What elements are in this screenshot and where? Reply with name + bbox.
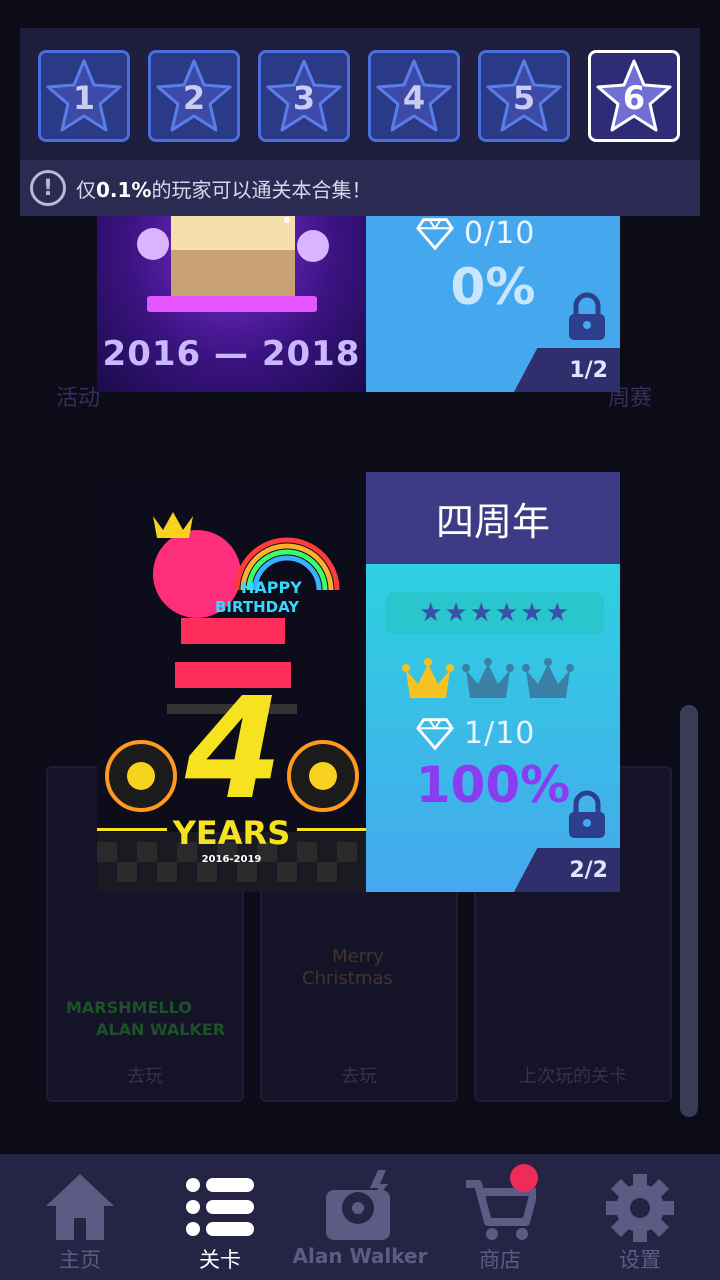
diamond-icon	[416, 718, 454, 751]
bg-panel-2-art-2: Christmas	[302, 968, 393, 989]
nav-home[interactable]: 主页	[8, 1154, 152, 1280]
level-button-6[interactable]: 6	[588, 50, 680, 142]
collection-title: 四周年	[366, 472, 620, 564]
artwork-range-text: 2016-2019	[201, 854, 262, 865]
nav-settings-label: 设置	[619, 1248, 661, 1272]
scrollbar[interactable]	[680, 705, 698, 1117]
anniversary-diamond-count: 1/10	[464, 715, 536, 751]
lock-icon	[569, 790, 605, 838]
music-player-icon	[326, 1170, 390, 1240]
nav-alan-walker[interactable]: Alan Walker	[288, 1154, 432, 1280]
level-number: 5	[512, 79, 536, 117]
bg-activity-label: 活动	[56, 386, 101, 411]
artwork-happy-text: HAPPY	[241, 578, 302, 597]
nav-shop-label: 商店	[479, 1248, 521, 1272]
gear-icon	[606, 1174, 674, 1242]
crown-empty-icon	[462, 658, 514, 698]
level-button-2[interactable]: 2	[148, 50, 240, 142]
level-number: 3	[292, 79, 316, 117]
crown-earned-icon	[402, 658, 454, 698]
crown-empty-icon	[522, 658, 574, 698]
notice-highlight: 0.1%	[96, 177, 152, 202]
level-button-5[interactable]: 5	[478, 50, 570, 142]
bg-panel-1-art-1: MARSHMELLO	[66, 998, 192, 1017]
crown-rating	[402, 654, 592, 706]
artwork-birthday-text: BIRTHDAY	[215, 598, 300, 616]
bg-panel-2-label: 去玩	[341, 1066, 377, 1087]
completion-notice: ! 仅0.1%的玩家可以通关本合集！	[20, 160, 700, 216]
anniversary-diamond-row: 1/10	[416, 714, 535, 752]
lock-icon	[569, 292, 605, 340]
anniversary-artwork: HAPPY BIRTHDAY 4 YEARS 2016-2019	[97, 472, 366, 892]
level-button-4[interactable]: 4	[368, 50, 460, 142]
level-number: 4	[402, 79, 426, 117]
bg-panel-2-art-1: Merry	[332, 946, 384, 967]
notice-suffix: 的玩家可以通关本合集！	[151, 177, 372, 202]
nav-levels[interactable]: 关卡	[148, 1154, 292, 1280]
level-stars: ★★★★★★	[386, 592, 604, 634]
card-previous-page-indicator: 1/2	[514, 348, 620, 392]
level-number: 2	[182, 79, 206, 117]
artwork-number: 4	[185, 668, 283, 831]
nav-shop[interactable]: 商店	[428, 1154, 572, 1280]
nav-home-label: 主页	[59, 1248, 101, 1272]
level-number: 1	[72, 79, 96, 117]
home-icon	[46, 1174, 114, 1240]
bg-panel-3-label: 上次玩的关卡	[519, 1066, 627, 1087]
notification-badge	[510, 1164, 538, 1192]
bottom-navigation: 主页 关卡 Alan Walker 商店 设置	[0, 1154, 720, 1280]
levels-list-icon	[186, 1178, 254, 1236]
bg-panel-1-art-2: ALAN WALKER	[96, 1020, 226, 1039]
level-selector: 1 2 3 4 5 6	[38, 50, 682, 144]
level-number: 6	[622, 79, 646, 117]
bg-panel-1-label: 去玩	[127, 1066, 163, 1087]
card-previous-years: 2016 — 2018	[102, 334, 361, 374]
info-exclamation-icon: !	[30, 170, 66, 206]
nav-levels-label: 关卡	[199, 1248, 241, 1272]
notice-prefix: 仅	[76, 177, 96, 202]
anniversary-info: 四周年 ★★★★★★ 1/10 100% 2/2	[366, 472, 620, 892]
level-button-3[interactable]: 3	[258, 50, 350, 142]
card-previous-diamond-row: 0/10	[416, 214, 535, 252]
artwork-years-text: YEARS	[172, 814, 291, 852]
level-button-1[interactable]: 1	[38, 50, 130, 142]
notice-text: 仅0.1%的玩家可以通关本合集！	[76, 174, 371, 203]
card-previous-diamond-count: 0/10	[464, 215, 536, 251]
nav-alan-walker-label: Alan Walker	[292, 1244, 428, 1268]
level-header: 1 2 3 4 5 6 ! 仅0.1%的玩家可以通关本合集！	[20, 28, 700, 216]
collection-card-anniversary[interactable]: HAPPY BIRTHDAY 4 YEARS 2016-2019 四周年 ★★★…	[97, 472, 620, 892]
diamond-icon	[416, 218, 454, 251]
nav-settings[interactable]: 设置	[568, 1154, 712, 1280]
